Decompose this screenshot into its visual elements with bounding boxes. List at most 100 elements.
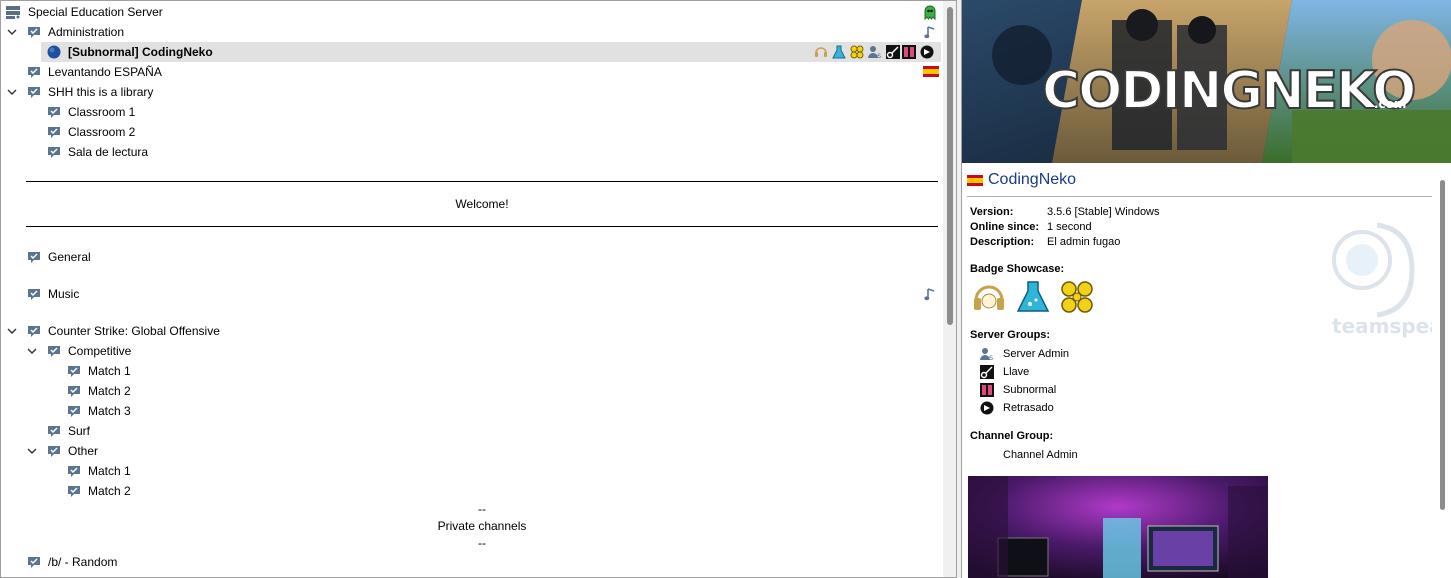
channel-levantando-espana[interactable]: Levantando ESPAÑA (5, 62, 935, 82)
channel-label: Competitive (68, 344, 132, 358)
version-row: Version: 3.5.6 [Stable] Windows (970, 206, 1160, 218)
server-icon (5, 5, 20, 19)
channel-label: Match 3 (88, 404, 131, 418)
channel-label: Match 2 (88, 484, 131, 498)
version-label: Version: (970, 206, 1014, 218)
channel-label: Match 1 (88, 364, 131, 378)
channel-classroom-1[interactable]: Classroom 1 (45, 102, 935, 122)
channel-label: Counter Strike: Global Offensive (48, 324, 220, 338)
channel-library[interactable]: SHH this is a library (5, 82, 935, 102)
spacer-dash-top[interactable]: -- (26, 502, 938, 516)
ghost-icon (923, 5, 937, 21)
channel-label: Music (48, 287, 80, 301)
channel-icon (67, 464, 81, 478)
channel-match-3[interactable]: Match 3 (65, 401, 935, 421)
channel-icon (47, 125, 61, 139)
banner-suffix: .com (1374, 97, 1406, 111)
spacer-private-channels[interactable]: Private channels (26, 519, 938, 533)
channel-other-match-2[interactable]: Match 2 (65, 481, 935, 501)
channel-music[interactable]: Music (5, 284, 935, 304)
channel-icon (67, 484, 81, 498)
channel-icon (47, 424, 61, 438)
server-admin-icon: s (980, 347, 994, 362)
subnormal-icon (980, 383, 994, 397)
online-label: Online since: (970, 221, 1040, 233)
channel-icon (47, 105, 61, 119)
headset-badge-icon (814, 45, 827, 58)
channel-icon (27, 85, 41, 99)
chevron-down-icon[interactable] (5, 321, 19, 341)
spacer-line-bottom (26, 226, 938, 227)
bug-badge-icon (850, 45, 864, 59)
channel-match-2[interactable]: Match 2 (65, 381, 935, 401)
channel-label: Other (68, 444, 99, 458)
channel-label: Match 2 (88, 384, 131, 398)
channel-label: SHH this is a library (48, 85, 154, 99)
chevron-down-icon[interactable] (25, 441, 39, 461)
server-row[interactable]: Special Education Server (5, 2, 935, 22)
description-label: Description: (970, 236, 1035, 248)
channel-icon (27, 25, 41, 39)
music-note-icon (924, 287, 938, 301)
online-row: Online since: 1 second (970, 221, 1092, 233)
channel-icon (27, 555, 41, 569)
client-nickname: CodingNeko (988, 171, 1077, 188)
server-group-label: Server Admin (1003, 348, 1070, 360)
chevron-down-icon[interactable] (5, 22, 19, 42)
info-scrollbar[interactable] (1438, 170, 1448, 510)
key-icon (980, 365, 994, 379)
channel-general[interactable]: General (5, 247, 935, 267)
server-groups-heading: Server Groups: (970, 329, 1051, 341)
channel-classroom-2[interactable]: Classroom 2 (45, 122, 935, 142)
channel-label: Surf (68, 424, 91, 438)
watermark-text: teamspeak (1332, 314, 1432, 338)
channel-label: Classroom 2 (68, 125, 136, 139)
info-scroll-thumb[interactable] (1440, 180, 1445, 510)
channel-csgo[interactable]: Counter Strike: Global Offensive (5, 321, 935, 341)
badge-showcase-heading: Badge Showcase: (970, 263, 1065, 275)
channel-match-1[interactable]: Match 1 (65, 361, 935, 381)
channel-icon (67, 404, 81, 418)
channel-other[interactable]: Other (25, 441, 935, 461)
channel-icon (47, 344, 61, 358)
channel-administration[interactable]: Administration (5, 22, 935, 42)
channel-label: General (48, 250, 91, 264)
retrasado-icon (920, 45, 934, 59)
channel-icon (67, 364, 81, 378)
channel-other-match-1[interactable]: Match 1 (65, 461, 935, 481)
key-icon (886, 45, 900, 59)
channel-label: Sala de lectura (68, 145, 149, 159)
server-group-label: Llave (1003, 366, 1030, 378)
user-photo-image (968, 476, 1268, 578)
server-group-label: Subnormal (1003, 384, 1057, 396)
channel-icon (27, 324, 41, 338)
channel-competitive[interactable]: Competitive (25, 341, 935, 361)
chevron-down-icon[interactable] (25, 341, 39, 361)
chevron-down-icon[interactable] (5, 82, 19, 102)
channel-icon (47, 145, 61, 159)
headset-badge-icon[interactable] (972, 280, 1006, 317)
tree-scrollbar[interactable] (943, 1, 956, 577)
spacer-line-top (26, 181, 938, 182)
banner-title: CODINGNEKO (1042, 61, 1414, 121)
teamspeak-logo-icon: teamspeak (1322, 205, 1451, 345)
client-codingneko[interactable]: [Subnormal] CodingNeko (45, 42, 935, 62)
channel-label: Levantando ESPAÑA (48, 65, 162, 79)
tree-scroll-thumb[interactable] (947, 7, 953, 325)
flask-badge-icon[interactable] (1016, 280, 1050, 317)
channel-sala-de-lectura[interactable]: Sala de lectura (45, 142, 935, 162)
spacer-welcome[interactable]: Welcome! (26, 197, 938, 211)
music-note-icon (924, 25, 938, 39)
server-status-icons (923, 5, 937, 21)
badge-showcase (972, 280, 1102, 316)
channel-surf[interactable]: Surf (45, 421, 935, 441)
subnormal-icon (902, 45, 916, 59)
channel-icon (47, 444, 61, 458)
bug-badge-icon[interactable] (1060, 280, 1094, 317)
channel-tree[interactable]: Special Education Server Administration … (0, 0, 957, 578)
spacer-dash-bottom[interactable]: -- (26, 536, 938, 550)
version-value: 3.5.6 [Stable] Windows (1047, 206, 1160, 218)
retrasado-icon (980, 401, 994, 415)
client-name: [Subnormal] CodingNeko (68, 45, 213, 59)
channel-random[interactable]: /b/ - Random (5, 552, 935, 572)
